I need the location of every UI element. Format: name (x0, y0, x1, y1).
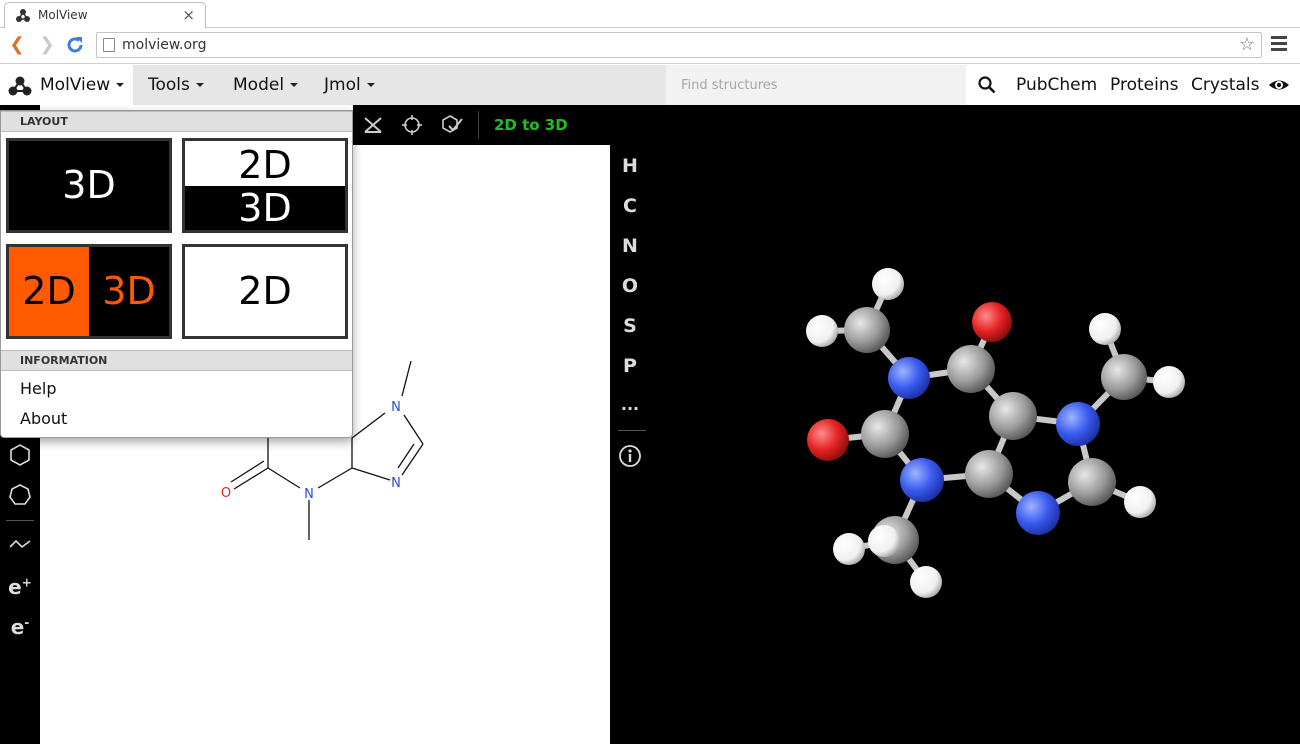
element-c-button[interactable]: C (610, 195, 650, 217)
periodic-table-button[interactable]: ... (610, 395, 650, 414)
hexagon-ring-tool-icon[interactable] (9, 443, 31, 467)
browser-menu-icon[interactable] (1271, 36, 1287, 54)
browser-tab[interactable]: MolView × (4, 2, 206, 28)
element-s-button[interactable]: S (610, 315, 650, 337)
layout-2d-over-3d-button[interactable]: 2D 3D (182, 138, 348, 233)
element-palette: H C N O S P ... (610, 105, 650, 744)
search-button[interactable] (966, 65, 1006, 105)
caret-down-icon (290, 83, 299, 87)
information-section-header: INFORMATION (1, 350, 352, 371)
layout-2d-beside-3d-button[interactable]: 2D 3D (6, 244, 172, 339)
about-menu-item[interactable]: About (20, 409, 67, 428)
info-icon[interactable] (618, 444, 642, 468)
menu-bar: Tools Model Jmol (133, 65, 666, 105)
search-input[interactable] (666, 65, 966, 105)
atom-label-n3: N (304, 487, 314, 502)
charge-plus-tool[interactable]: e+ (0, 575, 40, 599)
crystals-link[interactable]: Crystals (1191, 75, 1259, 95)
toolbar-divider (6, 520, 34, 521)
help-menu-item[interactable]: Help (20, 379, 56, 398)
proteins-link[interactable]: Proteins (1110, 75, 1178, 95)
bookmark-star-icon[interactable]: ☆ (1239, 34, 1255, 55)
eye-icon[interactable] (1268, 75, 1290, 95)
address-bar[interactable]: molview.org ☆ (96, 32, 1262, 58)
menu-tools[interactable]: Tools (148, 75, 204, 95)
molview-favicon-icon (16, 9, 30, 22)
pubchem-link[interactable]: PubChem (1016, 75, 1097, 95)
caret-down-icon (116, 83, 125, 87)
app-header: MolView Tools Model Jmol PubChem Protein… (0, 65, 1300, 105)
layout-label: 2D (238, 269, 292, 313)
layout-label: 2D (185, 141, 345, 187)
clean-structure-icon[interactable] (362, 114, 384, 136)
tab-close-icon[interactable]: × (182, 6, 195, 24)
layout-label: 3D (185, 186, 345, 230)
browser-toolbar: ❮ ❯ molview.org ☆ (0, 28, 1300, 64)
search-icon (978, 76, 996, 94)
reload-icon[interactable] (64, 34, 86, 56)
layout-label: 3D (62, 163, 116, 207)
tab-title: MolView (38, 8, 88, 22)
element-p-button[interactable]: P (610, 355, 650, 377)
molview-menu-button[interactable]: MolView (0, 65, 133, 105)
chain-tool-icon[interactable] (8, 537, 32, 551)
molview-logo-icon (8, 76, 32, 96)
forward-arrow-icon[interactable]: ❯ (36, 34, 58, 56)
3d-model-viewer[interactable] (650, 105, 1300, 744)
convert-2d-to-3d-button[interactable]: 2D to 3D (494, 116, 568, 134)
element-h-button[interactable]: H (610, 155, 650, 177)
toolbar-divider (618, 430, 646, 431)
url-text[interactable]: molview.org (122, 37, 206, 53)
atom-label-n2: N (391, 476, 401, 491)
layout-label: 3D (89, 247, 169, 336)
menu-model[interactable]: Model (233, 75, 299, 95)
layout-section-header: LAYOUT (1, 111, 352, 132)
molview-dropdown-menu: LAYOUT 3D 2D 3D 2D 3D 2D INFORMATION Hel… (0, 110, 353, 438)
atom-label-n1: N (391, 400, 401, 415)
caffeine-3d-model (806, 268, 1185, 598)
layout-3d-only-button[interactable]: 3D (6, 138, 172, 233)
browser-tab-strip: MolView × (0, 0, 1300, 28)
caret-down-icon (366, 83, 375, 87)
atom-label-o1: O (221, 486, 231, 501)
layout-2d-only-button[interactable]: 2D (182, 244, 348, 339)
page-icon (103, 38, 115, 52)
element-n-button[interactable]: N (610, 235, 650, 257)
validate-check-icon[interactable] (441, 114, 463, 136)
center-crosshair-icon[interactable] (401, 114, 423, 136)
back-arrow-icon[interactable]: ❮ (6, 34, 28, 56)
toolbar-divider (478, 111, 479, 139)
element-o-button[interactable]: O (610, 275, 650, 297)
menu-jmol[interactable]: Jmol (324, 75, 375, 95)
sketcher-top-toolbar: 2D to 3D (353, 105, 610, 145)
heptagon-ring-tool-icon[interactable] (8, 483, 32, 507)
charge-minus-tool[interactable]: e- (0, 615, 40, 639)
brand-name: MolView (40, 75, 125, 95)
caret-down-icon (195, 83, 204, 87)
layout-label: 2D (9, 247, 89, 336)
